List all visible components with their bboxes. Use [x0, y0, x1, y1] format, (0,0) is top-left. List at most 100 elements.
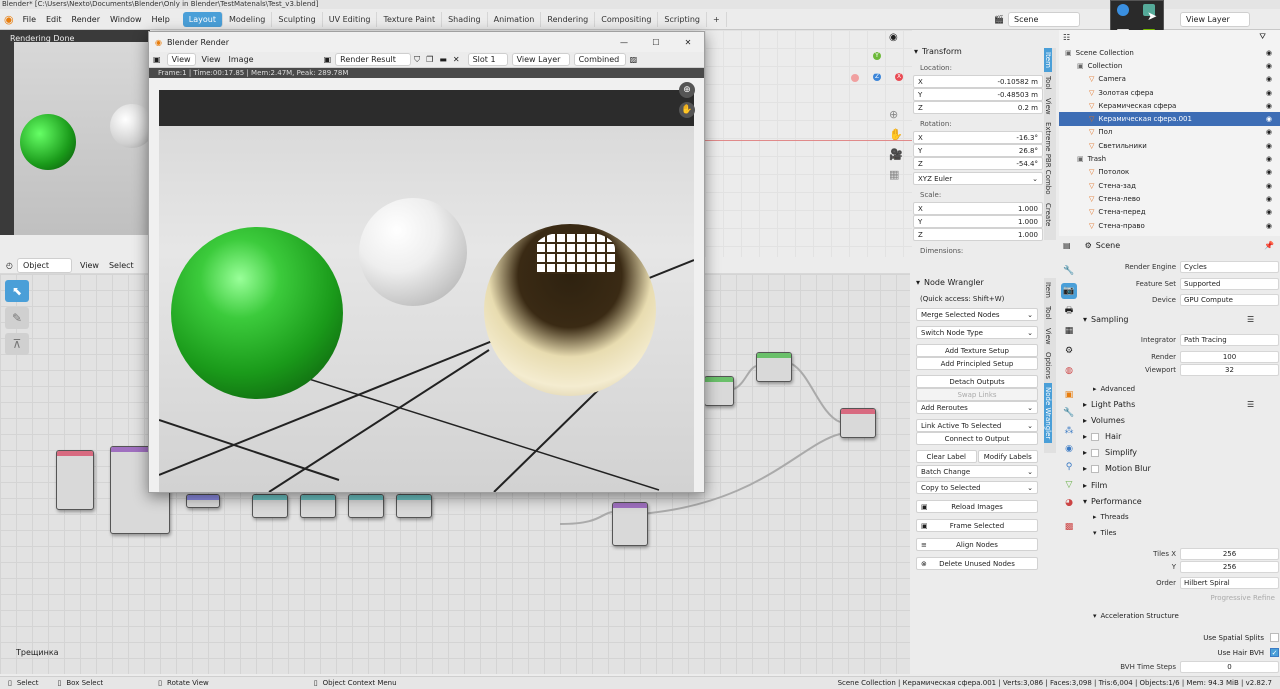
- pan-hand-icon[interactable]: ✋: [889, 128, 903, 141]
- image-browse-icon[interactable]: ▣: [324, 55, 332, 64]
- collapse-icon[interactable]: ▾: [916, 278, 920, 287]
- tiles-section[interactable]: ▾ Tiles: [1093, 529, 1116, 537]
- order-select[interactable]: Hilbert Spiral: [1180, 576, 1279, 589]
- zoom-icon[interactable]: ⊕: [679, 82, 695, 98]
- visibility-eye-icon[interactable]: ◉: [1266, 155, 1272, 163]
- tab-layout[interactable]: Layout: [182, 11, 223, 27]
- light-paths-section[interactable]: ▸ Light Paths ☰: [1083, 400, 1254, 409]
- switch-node-type-select[interactable]: Switch Node Type ⌄: [916, 326, 1038, 339]
- tab-item[interactable]: Item: [1044, 278, 1052, 302]
- blender-logo-icon[interactable]: ◉: [4, 13, 14, 26]
- viewport-samples-field[interactable]: 32: [1180, 363, 1279, 376]
- threads-section[interactable]: ▸ Threads: [1093, 513, 1129, 521]
- 3d-viewport[interactable]: Rendering Done: [0, 30, 160, 235]
- visibility-eye-icon[interactable]: ◉: [1266, 208, 1272, 216]
- tab-tool[interactable]: Tool: [1044, 72, 1052, 94]
- collapse-icon[interactable]: ▾: [914, 47, 918, 56]
- add-texture-setup-button[interactable]: Add Texture Setup: [916, 344, 1038, 357]
- progressive-refine-row[interactable]: Progressive Refine: [1083, 591, 1279, 604]
- frame-selected-button[interactable]: ▣ Frame Selected: [916, 519, 1038, 532]
- add-reroutes-select[interactable]: Add Reroutes ⌄: [916, 401, 1038, 414]
- scale-y-field[interactable]: Y 1.000: [913, 215, 1043, 228]
- tab-compositing[interactable]: Compositing: [595, 11, 659, 27]
- node-texture-coordinate[interactable]: [56, 450, 94, 510]
- visibility-eye-icon[interactable]: ◉: [1266, 182, 1272, 190]
- motion-blur-section[interactable]: ▸ Motion Blur: [1083, 464, 1151, 473]
- visibility-eye-icon[interactable]: ◉: [1266, 49, 1272, 57]
- gizmo-z-axis[interactable]: Z: [873, 73, 881, 81]
- detach-outputs-button[interactable]: Detach Outputs: [916, 375, 1038, 388]
- render-properties-icon[interactable]: 📷: [1061, 283, 1077, 299]
- add-workspace-button[interactable]: +: [707, 11, 727, 27]
- tab-view[interactable]: View: [1044, 94, 1052, 119]
- spatial-splits-checkbox[interactable]: [1270, 633, 1279, 642]
- view-layer-properties-icon[interactable]: ▦: [1061, 323, 1077, 339]
- clear-label-button[interactable]: Clear Label: [916, 450, 977, 463]
- delete-unused-nodes-button[interactable]: ⊗ Delete Unused Nodes: [916, 557, 1038, 570]
- display-mode-icon[interactable]: ☷: [1063, 33, 1070, 42]
- visibility-eye-icon[interactable]: ◉: [1266, 75, 1272, 83]
- tab-rendering[interactable]: Rendering: [541, 11, 596, 27]
- menu-window[interactable]: Window: [110, 15, 142, 24]
- tab-create[interactable]: Create: [1044, 199, 1052, 230]
- unlink-icon[interactable]: ✕: [453, 55, 460, 64]
- mode-selector[interactable]: Object: [16, 257, 72, 273]
- outliner-item[interactable]: ▽ Светильники ◉: [1059, 139, 1280, 152]
- hair-section[interactable]: ▸ Hair: [1083, 432, 1121, 441]
- material-properties-icon[interactable]: ◕: [1061, 495, 1077, 511]
- render-samples-field[interactable]: 100: [1180, 350, 1279, 363]
- scale-x-field[interactable]: X 1.000: [913, 202, 1043, 215]
- sampling-section[interactable]: ▾ Sampling ☰: [1083, 315, 1254, 324]
- gizmo-y-axis[interactable]: Y: [873, 52, 881, 60]
- node-clamp-3[interactable]: [348, 494, 384, 518]
- minimize-button[interactable]: —: [608, 38, 640, 47]
- modifier-properties-icon[interactable]: 🔧: [1061, 405, 1077, 421]
- motion-blur-checkbox[interactable]: [1091, 464, 1100, 473]
- visibility-eye-icon[interactable]: ◉: [1266, 168, 1272, 176]
- node-clamp-2[interactable]: [300, 494, 336, 518]
- filter-icon[interactable]: ⛛: [1259, 32, 1266, 42]
- tab-sculpting[interactable]: Sculpting: [272, 11, 323, 27]
- data-properties-icon[interactable]: ▽: [1061, 477, 1077, 493]
- tab-shading[interactable]: Shading: [442, 11, 488, 27]
- list-icon[interactable]: ☰: [1247, 315, 1254, 324]
- outliner-item[interactable]: ▣ Scene Collection ◉: [1059, 46, 1280, 59]
- outliner-item[interactable]: ▽ Потолок ◉: [1059, 166, 1280, 179]
- view-layer-selector[interactable]: View Layer: [511, 53, 570, 66]
- spatial-splits-row[interactable]: Use Spatial Splits: [1083, 631, 1279, 644]
- view-mode-selector[interactable]: View: [166, 53, 196, 66]
- location-x-field[interactable]: X -0.10582 m: [913, 75, 1043, 88]
- scene-icon[interactable]: 🎬: [994, 15, 1004, 24]
- menu-file[interactable]: File: [23, 15, 36, 24]
- merge-selected-nodes-select[interactable]: Merge Selected Nodes ⌄: [916, 308, 1038, 321]
- node-clamp-4[interactable]: [396, 494, 432, 518]
- gizmo-neg-x[interactable]: [851, 74, 859, 82]
- swap-links-button[interactable]: Swap Links: [916, 388, 1038, 401]
- render-image[interactable]: [159, 90, 694, 492]
- node-noise-1[interactable]: [186, 494, 220, 508]
- performance-section[interactable]: ▾ Performance: [1083, 497, 1142, 506]
- node-material-output[interactable]: [840, 408, 876, 438]
- hair-checkbox[interactable]: [1091, 432, 1100, 441]
- editor-type-icon[interactable]: ▤: [1063, 241, 1071, 250]
- physics-properties-icon[interactable]: ◉: [1061, 441, 1077, 457]
- particles-properties-icon[interactable]: ⁂: [1061, 423, 1077, 439]
- rotation-z-field[interactable]: Z -54.4°: [913, 157, 1043, 170]
- tab-modeling[interactable]: Modeling: [223, 11, 273, 27]
- advanced-section[interactable]: ▸ Advanced: [1093, 385, 1135, 393]
- device-select[interactable]: GPU Compute: [1180, 293, 1279, 306]
- copy-to-selected-select[interactable]: Copy to Selected ⌄: [916, 481, 1038, 494]
- constraints-properties-icon[interactable]: ⚲: [1061, 459, 1077, 475]
- editor-type-icon[interactable]: ▣: [153, 55, 161, 64]
- select-menu[interactable]: Select: [109, 261, 134, 270]
- simplify-checkbox[interactable]: [1091, 448, 1100, 457]
- grid-view-icon[interactable]: ▦: [889, 168, 899, 181]
- network-icon[interactable]: [1117, 4, 1129, 16]
- integrator-select[interactable]: Path Tracing: [1180, 333, 1279, 346]
- display-channels-icon[interactable]: ▨: [630, 55, 638, 64]
- tab-tool[interactable]: Tool: [1044, 302, 1052, 324]
- bvh-steps-field[interactable]: 0: [1180, 660, 1279, 673]
- tab-scripting[interactable]: Scripting: [658, 11, 707, 27]
- texture-properties-icon[interactable]: ▩: [1061, 519, 1077, 535]
- outliner-item[interactable]: ▽ Стена-зад ◉: [1059, 179, 1280, 192]
